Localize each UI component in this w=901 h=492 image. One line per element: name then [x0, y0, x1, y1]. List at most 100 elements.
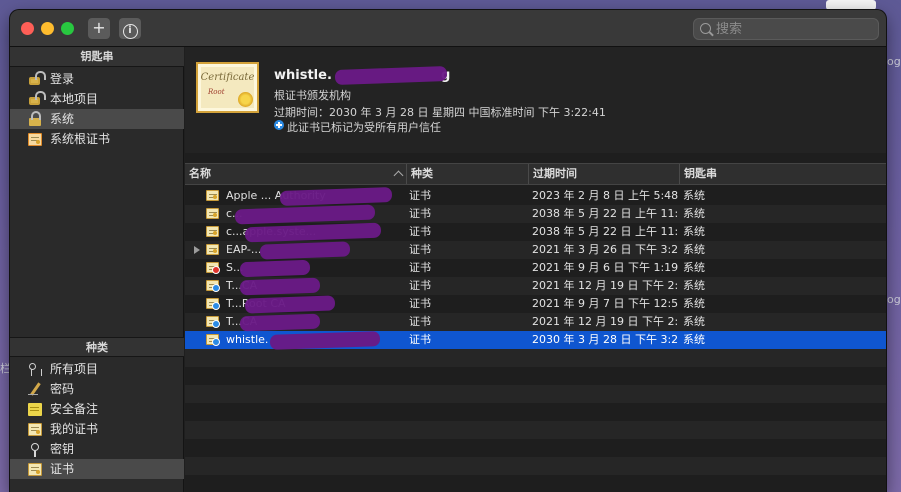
cell-kind: 证书 [409, 243, 431, 256]
certificate-image-subtitle: Root [208, 88, 225, 96]
certificates-table: 名称 种类 过期时间 钥匙串 Apple ... Authority 证书 20… [185, 153, 886, 492]
column-header-kind[interactable]: 种类 [407, 164, 529, 184]
lock-open-icon [29, 91, 46, 105]
certificate-icon [206, 190, 219, 201]
cell-expires: 2021 年 9 月 6 日 下午 1:19:55 [532, 261, 678, 274]
sidebar-item-all-items[interactable]: 所有项目 [10, 359, 184, 379]
close-window-button[interactable] [21, 22, 34, 35]
cell-keychain: 系统 [683, 333, 705, 346]
certificate-icon [28, 423, 42, 436]
plus-icon [274, 120, 284, 130]
desktop-label: og [887, 293, 901, 306]
cell-kind: 证书 [409, 189, 431, 202]
lock-icon [29, 111, 41, 126]
keychains-header: 钥匙串 [10, 47, 184, 67]
desktop-file-thumbnail [826, 0, 876, 10]
empty-row [185, 349, 886, 367]
redaction-mark [239, 277, 321, 296]
certificate-image: Certificate Root [196, 62, 259, 113]
sidebar-item-system[interactable]: 系统 [10, 109, 184, 129]
cell-keychain: 系统 [683, 297, 705, 310]
cell-kind: 证书 [409, 207, 431, 220]
toolbar: + i [10, 10, 886, 47]
cell-keychain: 系统 [683, 225, 705, 238]
cell-keychain: 系统 [683, 243, 705, 256]
column-header-expires[interactable]: 过期时间 [529, 164, 680, 184]
zoom-window-button[interactable] [61, 22, 74, 35]
redaction-mark [239, 313, 321, 332]
sidebar-item-passwords[interactable]: 密码 [10, 379, 184, 399]
certificate-expiry: 过期时间：2030 年 3 月 28 日 星期四 中国标准时间 下午 3:22:… [274, 106, 606, 119]
sidebar-item-label: 我的证书 [50, 422, 99, 436]
search-icon [700, 23, 711, 34]
sidebar-item-local-items[interactable]: 本地项目 [10, 89, 184, 109]
sidebar-item-label: 密钥 [50, 442, 75, 456]
cell-expires: 2030 年 3 月 28 日 下午 3:2... [532, 333, 678, 346]
cell-keychain: 系统 [683, 261, 705, 274]
redaction-mark [259, 241, 351, 260]
cell-expires: 2021 年 12 月 19 日 下午 2:5... [532, 279, 678, 292]
keys-icon [28, 363, 42, 376]
sidebar-item-label: 本地项目 [50, 92, 99, 106]
sidebar-item-label: 系统 [50, 112, 75, 126]
sidebar-item-label: 所有项目 [50, 362, 99, 376]
sidebar-item-label: 系统根证书 [50, 132, 111, 146]
certificate-trusted-icon [206, 334, 220, 346]
note-icon [28, 403, 42, 416]
sidebar-item-my-certificates[interactable]: 我的证书 [10, 419, 184, 439]
cell-expires: 2021 年 9 月 7 日 下午 12:58... [532, 297, 678, 310]
sidebar: 钥匙串 登录 本地项目 系统 系统根证书 种类 所有项目 密码 安全备注 我的证… [10, 47, 184, 492]
cell-kind: 证书 [409, 297, 431, 310]
pen-icon [28, 383, 42, 396]
seal-icon [238, 92, 253, 107]
search-field[interactable] [693, 18, 879, 40]
certificate-icon [28, 133, 42, 146]
sidebar-item-keys[interactable]: 密钥 [10, 439, 184, 459]
cell-keychain: 系统 [683, 315, 705, 328]
categories-header: 种类 [10, 337, 184, 357]
add-item-button[interactable]: + [88, 18, 110, 39]
certificate-icon [28, 463, 42, 476]
empty-row [185, 421, 886, 439]
sort-ascending-icon [393, 170, 404, 181]
cell-kind: 证书 [409, 225, 431, 238]
cell-expires: 2038 年 5 月 22 日 上午 11:5... [532, 207, 678, 220]
info-icon: i [122, 24, 138, 39]
cell-expires: 2023 年 2 月 8 日 上午 5:48:... [532, 189, 678, 202]
column-header-name[interactable]: 名称 [185, 164, 407, 184]
sidebar-item-label: 登录 [50, 72, 75, 86]
certificate-icon [206, 244, 219, 255]
search-input[interactable] [716, 19, 872, 39]
cell-kind: 证书 [409, 279, 431, 292]
sidebar-item-label: 安全备注 [50, 402, 99, 416]
certificate-image-title: Certificate [200, 72, 255, 83]
cell-expires: 2021 年 12 月 19 日 下午 2:5... [532, 315, 678, 328]
sidebar-item-system-roots[interactable]: 系统根证书 [10, 129, 184, 149]
certificate-trusted-icon [206, 280, 220, 292]
certificate-type: 根证书颁发机构 [274, 89, 351, 102]
minimize-window-button[interactable] [41, 22, 54, 35]
certificate-name-text: whistle. [274, 68, 332, 83]
sidebar-item-label: 证书 [50, 462, 75, 476]
cell-keychain: 系统 [683, 279, 705, 292]
cell-kind: 证书 [409, 261, 431, 274]
table-header: 名称 种类 过期时间 钥匙串 [185, 163, 886, 185]
cell-expires: 2038 年 5 月 22 日 上午 11:5... [532, 225, 678, 238]
cell-keychain: 系统 [683, 189, 705, 202]
sidebar-item-certificates[interactable]: 证书 [10, 459, 184, 479]
cell-keychain: 系统 [683, 207, 705, 220]
redaction-mark [244, 295, 336, 314]
disclosure-triangle-icon[interactable] [194, 246, 200, 254]
info-button[interactable]: i [119, 18, 141, 39]
empty-row [185, 385, 886, 403]
certificate-trusted-icon [206, 298, 220, 310]
desktop-label: og [887, 55, 901, 68]
empty-row [185, 457, 886, 475]
sidebar-item-login[interactable]: 登录 [10, 69, 184, 89]
cell-kind: 证书 [409, 315, 431, 328]
column-header-keychain[interactable]: 钥匙串 [680, 164, 886, 184]
certificate-icon [206, 226, 219, 237]
cell-kind: 证书 [409, 333, 431, 346]
sidebar-item-secure-notes[interactable]: 安全备注 [10, 399, 184, 419]
key-icon [28, 443, 42, 457]
